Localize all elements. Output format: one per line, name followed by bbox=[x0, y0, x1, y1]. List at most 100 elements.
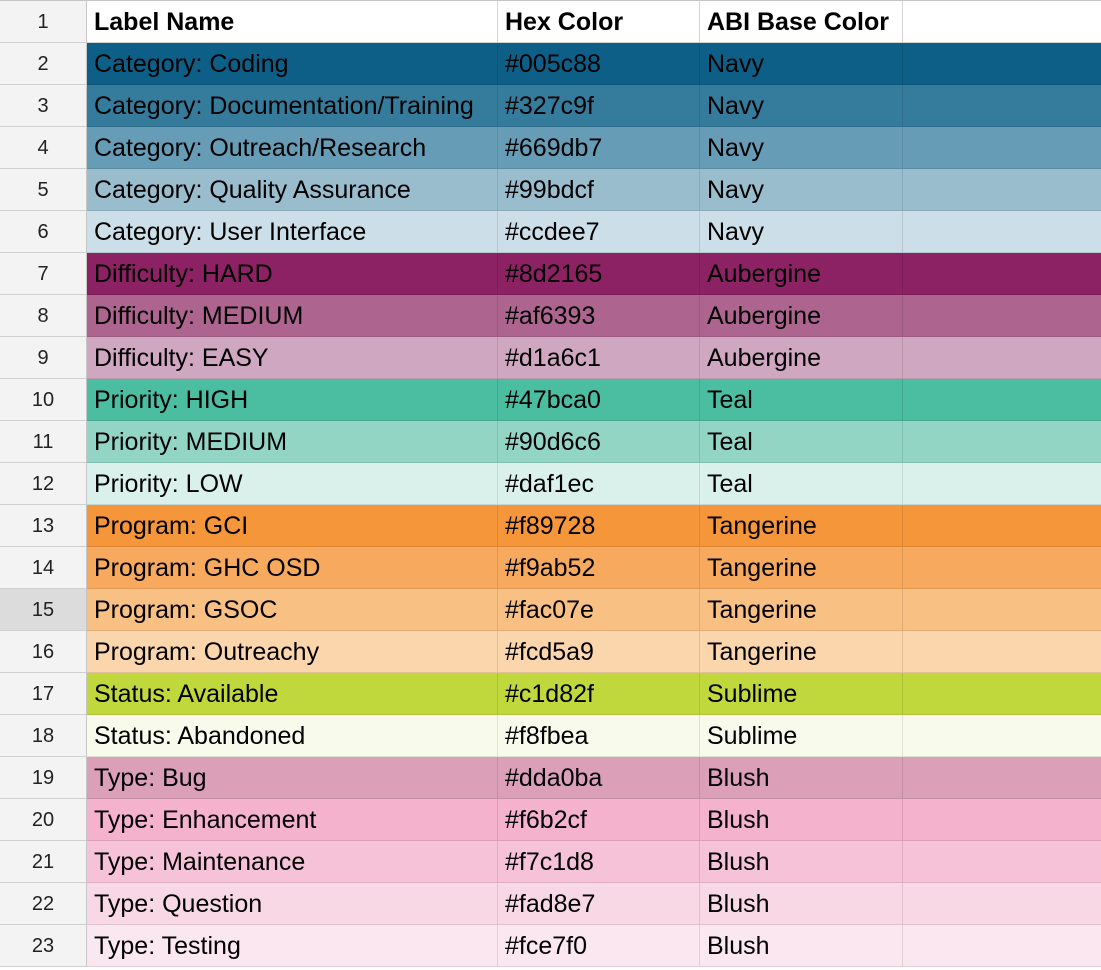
hex-color-cell[interactable]: #327c9f bbox=[498, 85, 700, 127]
label-name-cell[interactable]: Priority: MEDIUM bbox=[87, 421, 498, 463]
row-header[interactable]: 10 bbox=[0, 379, 87, 421]
header-cell-hex-color[interactable]: Hex Color bbox=[498, 1, 700, 43]
hex-color-cell[interactable]: #fac07e bbox=[498, 589, 700, 631]
hex-color-cell[interactable]: #669db7 bbox=[498, 127, 700, 169]
hex-color-cell[interactable]: #daf1ec bbox=[498, 463, 700, 505]
row-header[interactable]: 6 bbox=[0, 211, 87, 253]
row-header[interactable]: 23 bbox=[0, 925, 87, 967]
abi-base-color-cell[interactable]: Teal bbox=[700, 421, 903, 463]
hex-color-cell[interactable]: #c1d82f bbox=[498, 673, 700, 715]
row-header[interactable]: 12 bbox=[0, 463, 87, 505]
empty-cell[interactable] bbox=[903, 631, 1101, 673]
hex-color-cell[interactable]: #f89728 bbox=[498, 505, 700, 547]
abi-base-color-cell[interactable]: Navy bbox=[700, 43, 903, 85]
hex-color-cell[interactable]: #99bdcf bbox=[498, 169, 700, 211]
abi-base-color-cell[interactable]: Sublime bbox=[700, 715, 903, 757]
empty-cell[interactable] bbox=[903, 211, 1101, 253]
abi-base-color-cell[interactable]: Blush bbox=[700, 841, 903, 883]
empty-cell[interactable] bbox=[903, 337, 1101, 379]
row-header[interactable]: 2 bbox=[0, 43, 87, 85]
row-header[interactable]: 8 bbox=[0, 295, 87, 337]
abi-base-color-cell[interactable]: Tangerine bbox=[700, 547, 903, 589]
label-name-cell[interactable]: Category: Outreach/Research bbox=[87, 127, 498, 169]
row-header[interactable]: 14 bbox=[0, 547, 87, 589]
row-header[interactable]: 3 bbox=[0, 85, 87, 127]
empty-cell[interactable] bbox=[903, 463, 1101, 505]
label-name-cell[interactable]: Category: Documentation/Training bbox=[87, 85, 498, 127]
label-name-cell[interactable]: Difficulty: HARD bbox=[87, 253, 498, 295]
empty-cell[interactable] bbox=[903, 379, 1101, 421]
row-header[interactable]: 22 bbox=[0, 883, 87, 925]
label-name-cell[interactable]: Type: Bug bbox=[87, 757, 498, 799]
abi-base-color-cell[interactable]: Teal bbox=[700, 463, 903, 505]
row-header[interactable]: 21 bbox=[0, 841, 87, 883]
abi-base-color-cell[interactable]: Sublime bbox=[700, 673, 903, 715]
header-cell-empty[interactable] bbox=[903, 1, 1101, 43]
abi-base-color-cell[interactable]: Tangerine bbox=[700, 631, 903, 673]
empty-cell[interactable] bbox=[903, 589, 1101, 631]
row-header[interactable]: 17 bbox=[0, 673, 87, 715]
label-name-cell[interactable]: Priority: LOW bbox=[87, 463, 498, 505]
empty-cell[interactable] bbox=[903, 169, 1101, 211]
abi-base-color-cell[interactable]: Tangerine bbox=[700, 505, 903, 547]
hex-color-cell[interactable]: #47bca0 bbox=[498, 379, 700, 421]
label-name-cell[interactable]: Category: Coding bbox=[87, 43, 498, 85]
abi-base-color-cell[interactable]: Navy bbox=[700, 127, 903, 169]
hex-color-cell[interactable]: #f7c1d8 bbox=[498, 841, 700, 883]
label-name-cell[interactable]: Status: Abandoned bbox=[87, 715, 498, 757]
label-name-cell[interactable]: Program: GCI bbox=[87, 505, 498, 547]
empty-cell[interactable] bbox=[903, 421, 1101, 463]
row-header[interactable]: 11 bbox=[0, 421, 87, 463]
label-name-cell[interactable]: Difficulty: EASY bbox=[87, 337, 498, 379]
label-name-cell[interactable]: Difficulty: MEDIUM bbox=[87, 295, 498, 337]
empty-cell[interactable] bbox=[903, 295, 1101, 337]
hex-color-cell[interactable]: #f8fbea bbox=[498, 715, 700, 757]
row-header[interactable]: 7 bbox=[0, 253, 87, 295]
label-name-cell[interactable]: Category: Quality Assurance bbox=[87, 169, 498, 211]
row-header[interactable]: 9 bbox=[0, 337, 87, 379]
label-name-cell[interactable]: Priority: HIGH bbox=[87, 379, 498, 421]
row-header-1[interactable]: 1 bbox=[0, 1, 87, 43]
hex-color-cell[interactable]: #fad8e7 bbox=[498, 883, 700, 925]
hex-color-cell[interactable]: #90d6c6 bbox=[498, 421, 700, 463]
empty-cell[interactable] bbox=[903, 715, 1101, 757]
hex-color-cell[interactable]: #af6393 bbox=[498, 295, 700, 337]
label-name-cell[interactable]: Type: Question bbox=[87, 883, 498, 925]
abi-base-color-cell[interactable]: Blush bbox=[700, 925, 903, 967]
label-name-cell[interactable]: Type: Maintenance bbox=[87, 841, 498, 883]
abi-base-color-cell[interactable]: Blush bbox=[700, 757, 903, 799]
row-header[interactable]: 5 bbox=[0, 169, 87, 211]
header-cell-label-name[interactable]: Label Name bbox=[87, 1, 498, 43]
row-header[interactable]: 19 bbox=[0, 757, 87, 799]
label-name-cell[interactable]: Type: Enhancement bbox=[87, 799, 498, 841]
label-name-cell[interactable]: Program: GHC OSD bbox=[87, 547, 498, 589]
empty-cell[interactable] bbox=[903, 43, 1101, 85]
abi-base-color-cell[interactable]: Aubergine bbox=[700, 337, 903, 379]
empty-cell[interactable] bbox=[903, 925, 1101, 967]
label-name-cell[interactable]: Status: Available bbox=[87, 673, 498, 715]
abi-base-color-cell[interactable]: Teal bbox=[700, 379, 903, 421]
row-header[interactable]: 16 bbox=[0, 631, 87, 673]
hex-color-cell[interactable]: #d1a6c1 bbox=[498, 337, 700, 379]
empty-cell[interactable] bbox=[903, 505, 1101, 547]
hex-color-cell[interactable]: #ccdee7 bbox=[498, 211, 700, 253]
empty-cell[interactable] bbox=[903, 547, 1101, 589]
abi-base-color-cell[interactable]: Tangerine bbox=[700, 589, 903, 631]
row-header[interactable]: 15 bbox=[0, 589, 87, 631]
row-header[interactable]: 13 bbox=[0, 505, 87, 547]
label-name-cell[interactable]: Type: Testing bbox=[87, 925, 498, 967]
label-name-cell[interactable]: Program: GSOC bbox=[87, 589, 498, 631]
row-header[interactable]: 4 bbox=[0, 127, 87, 169]
empty-cell[interactable] bbox=[903, 253, 1101, 295]
hex-color-cell[interactable]: #f6b2cf bbox=[498, 799, 700, 841]
label-name-cell[interactable]: Program: Outreachy bbox=[87, 631, 498, 673]
abi-base-color-cell[interactable]: Aubergine bbox=[700, 295, 903, 337]
hex-color-cell[interactable]: #fcd5a9 bbox=[498, 631, 700, 673]
abi-base-color-cell[interactable]: Aubergine bbox=[700, 253, 903, 295]
hex-color-cell[interactable]: #005c88 bbox=[498, 43, 700, 85]
empty-cell[interactable] bbox=[903, 85, 1101, 127]
empty-cell[interactable] bbox=[903, 127, 1101, 169]
label-name-cell[interactable]: Category: User Interface bbox=[87, 211, 498, 253]
hex-color-cell[interactable]: #8d2165 bbox=[498, 253, 700, 295]
empty-cell[interactable] bbox=[903, 673, 1101, 715]
